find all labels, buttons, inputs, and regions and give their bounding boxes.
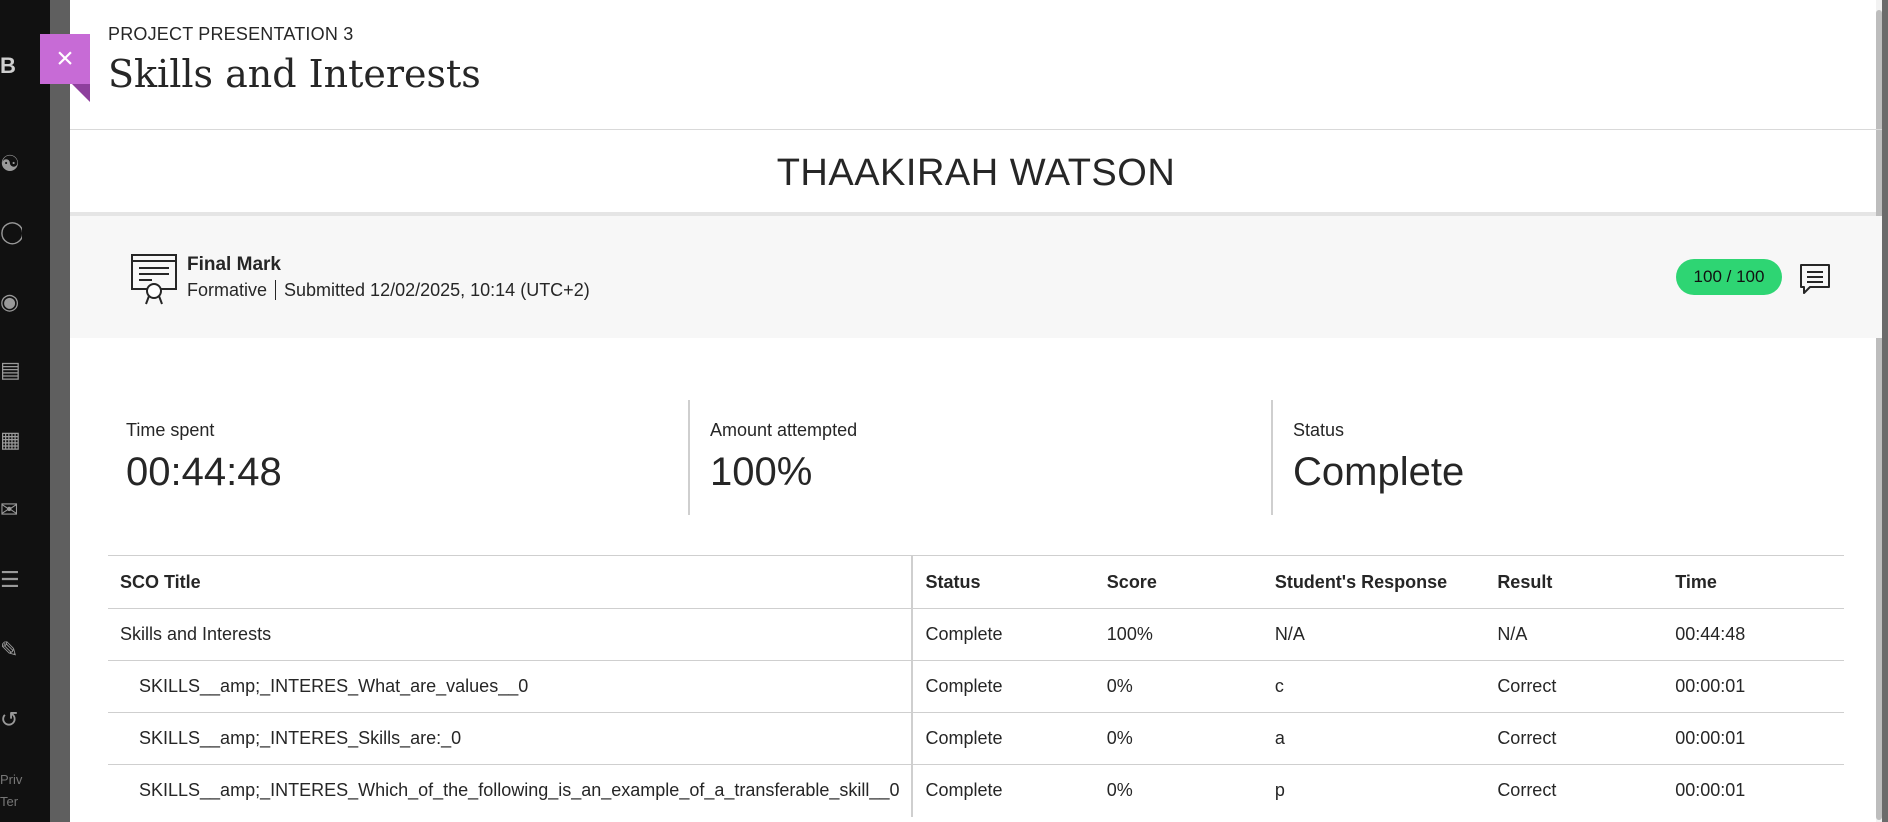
column-header-sco-title: SCO Title (108, 555, 914, 609)
submission-date: Submitted 12/02/2025, 10:14 (UTC+2) (284, 280, 590, 300)
sco-results-table: SCO Title Status Score Student's Respons… (108, 555, 1844, 817)
column-header-response: Student's Response (1262, 555, 1486, 609)
close-panel-button[interactable]: × (40, 34, 90, 84)
result-cell: Correct (1485, 712, 1664, 765)
scrollbar-thumb[interactable] (1876, 10, 1882, 820)
table-row: SKILLS__amp;_INTERES_Skills_are:_0 Compl… (108, 712, 1844, 765)
result-cell: N/A (1485, 608, 1664, 661)
page-title: Skills and Interests (108, 52, 481, 96)
certificate-icon (131, 254, 177, 305)
background-nav-rail: B ☯ ◯ ◉ ▤ ▦ ✉ ☰ ✎ ↺ Priv Ter (0, 0, 50, 822)
time-cell: 00:00:01 (1663, 764, 1844, 817)
response-cell: p (1262, 764, 1486, 817)
column-header-time: Time (1663, 555, 1844, 609)
tools-icon: ✎ (0, 637, 19, 662)
courses-icon: ▤ (0, 357, 21, 382)
time-cell: 00:00:01 (1663, 660, 1844, 713)
sco-title-cell: Skills and Interests (108, 608, 914, 661)
privacy-link: Priv (0, 772, 23, 787)
score-cell: 100% (1094, 608, 1263, 661)
grades-icon: ☰ (0, 567, 20, 592)
table-header-row: SCO Title Status Score Student's Respons… (108, 555, 1844, 609)
table-row: SKILLS__amp;_INTERES_What_are_values__0 … (108, 660, 1844, 713)
grade-meta: Formative Submitted 12/02/2025, 10:14 (UT… (187, 280, 590, 301)
stat-amount-attempted: Amount attempted 100% (688, 400, 1270, 515)
calendar-icon: ▦ (0, 427, 21, 452)
stat-value: 100% (710, 450, 813, 494)
score-cell: 0% (1094, 764, 1263, 817)
globe-icon: ◉ (0, 289, 20, 314)
grade-type: Formative (187, 280, 268, 300)
time-cell: 00:44:48 (1663, 608, 1844, 661)
stat-label: Time spent (126, 420, 215, 440)
score-cell: 0% (1094, 660, 1263, 713)
attempt-details-panel: PROJECT PRESENTATION 3 Skills and Intere… (70, 0, 1882, 822)
status-cell: Complete (912, 764, 1095, 817)
column-header-score: Score (1094, 555, 1263, 609)
stat-label: Amount attempted (710, 420, 858, 440)
student-name: THAAKIRAH WATSON (70, 130, 1882, 216)
table-row: Skills and Interests Complete 100% N/A N… (108, 608, 1844, 661)
response-cell: a (1262, 712, 1486, 765)
stat-status: Status Complete (1271, 400, 1846, 515)
time-cell: 00:00:01 (1663, 712, 1844, 765)
close-button-tail (72, 84, 90, 102)
status-cell: Complete (912, 660, 1095, 713)
profile-icon: ◯ (0, 219, 22, 244)
panel-header: PROJECT PRESENTATION 3 Skills and Intere… (70, 0, 1882, 130)
result-cell: Correct (1485, 764, 1664, 817)
table-row: SKILLS__amp;_INTERES_Which_of_the_follow… (108, 764, 1844, 817)
score-badge[interactable]: 100 / 100 (1676, 259, 1782, 295)
logo-icon: B (0, 53, 16, 78)
grade-label: Final Mark (187, 254, 281, 275)
background-content: Co (50, 0, 122, 822)
stat-label: Status (1293, 420, 1345, 440)
sco-title-cell: SKILLS__amp;_INTERES_What_are_values__0 (108, 660, 914, 713)
column-header-result: Result (1485, 555, 1664, 609)
feedback-icon[interactable] (1798, 262, 1832, 296)
sign-out-icon: ↺ (0, 707, 19, 732)
terms-link: Ter (0, 794, 19, 809)
response-cell: c (1262, 660, 1486, 713)
stat-time-spent: Time spent 00:44:48 (106, 400, 686, 515)
grade-summary: Final Mark Formative Submitted 12/02/2025… (70, 216, 1882, 338)
status-cell: Complete (912, 712, 1095, 765)
sco-title-cell: SKILLS__amp;_INTERES_Which_of_the_follow… (108, 764, 914, 817)
result-cell: Correct (1485, 660, 1664, 713)
response-cell: N/A (1262, 608, 1486, 661)
score-cell: 0% (1094, 712, 1263, 765)
stat-value: Complete (1293, 450, 1465, 494)
attempt-stats: Time spent 00:44:48 Amount attempted 100… (106, 400, 1846, 520)
column-header-status: Status (912, 555, 1095, 609)
sco-title-cell: SKILLS__amp;_INTERES_Skills_are:_0 (108, 712, 914, 765)
institution-icon: ☯ (0, 151, 20, 176)
assessment-category: PROJECT PRESENTATION 3 (108, 24, 354, 44)
status-cell: Complete (912, 608, 1095, 661)
meta-divider (275, 280, 277, 300)
messages-icon: ✉ (0, 497, 19, 522)
stat-value: 00:44:48 (126, 450, 282, 494)
